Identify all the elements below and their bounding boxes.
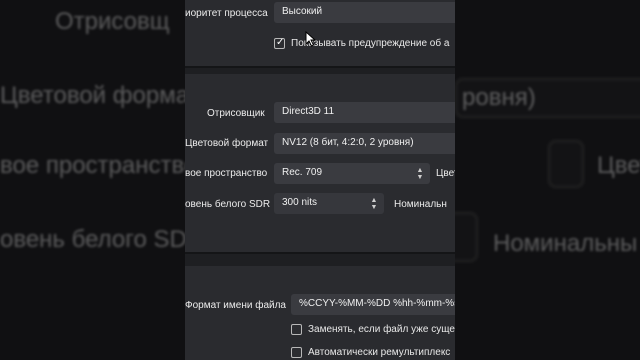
process-priority-select[interactable]: Высокий (274, 2, 455, 23)
color-range-label: Цвет (436, 168, 455, 179)
warn-checkbox[interactable] (274, 37, 285, 49)
bg-color-space-spinner (548, 140, 584, 188)
remux-checkbox-label: Автоматически ремультиплекс (308, 347, 451, 358)
process-priority-label: иоритет процесса (185, 8, 268, 19)
bg-nominal-text: Номинальны (493, 230, 638, 257)
sdr-white-label: овень белого SDR (185, 199, 271, 210)
nominal-peak-label: Номинальн (394, 199, 447, 210)
color-space-select[interactable]: Rec. 709 ▲ ▼ (274, 163, 430, 184)
general-section: иоритет процесса Высокий Показывать пред… (185, 0, 455, 66)
bg-color-side-text: Цвет (597, 152, 640, 179)
sdr-white-value: 300 nits (282, 197, 318, 208)
sdr-white-updown-icon[interactable]: ▲ ▼ (367, 195, 381, 212)
remux-checkbox[interactable] (291, 347, 302, 358)
sdr-white-spinbox[interactable]: 300 nits ▲ ▼ (274, 193, 384, 214)
color-space-label: вое пространство (185, 168, 268, 179)
mouse-cursor-icon (305, 31, 316, 47)
bg-color-format-value-text: ровня) (462, 84, 536, 111)
overwrite-checkbox[interactable] (291, 324, 302, 335)
overwrite-checkbox-label: Заменять, если файл уже суще (308, 324, 455, 335)
color-format-select[interactable]: NV12 (8 бит, 4:2:0, 2 уровня) (274, 133, 455, 154)
section-divider (185, 252, 455, 254)
recording-section: Формат имени файла %CCYY-%MM-%DD %hh-%mm… (185, 266, 455, 360)
bg-color-format-text: Цветовой форма (0, 82, 190, 109)
color-space-value: Rec. 709 (282, 167, 323, 178)
filename-format-label: Формат имени файла (185, 300, 286, 311)
filename-format-input[interactable]: %CCYY-%MM-%DD %hh-%mm-%ss (291, 294, 455, 315)
color-space-updown-icon: ▲ ▼ (416, 166, 424, 181)
bg-renderer-text: Отрисовщ (55, 8, 170, 35)
bg-color-space-text: вое пространство (0, 152, 198, 179)
bg-sdr-text: овень белого SD (0, 226, 187, 253)
section-divider (185, 66, 455, 68)
renderer-label: Отрисовщик (207, 108, 265, 119)
color-format-label: Цветовой формат (185, 138, 269, 149)
video-section: Отрисовщик Direct3D 11 Цветовой формат N… (185, 74, 455, 252)
advanced-settings-panel: иоритет процесса Высокий Показывать пред… (185, 0, 455, 360)
renderer-select[interactable]: Direct3D 11 (274, 102, 455, 123)
